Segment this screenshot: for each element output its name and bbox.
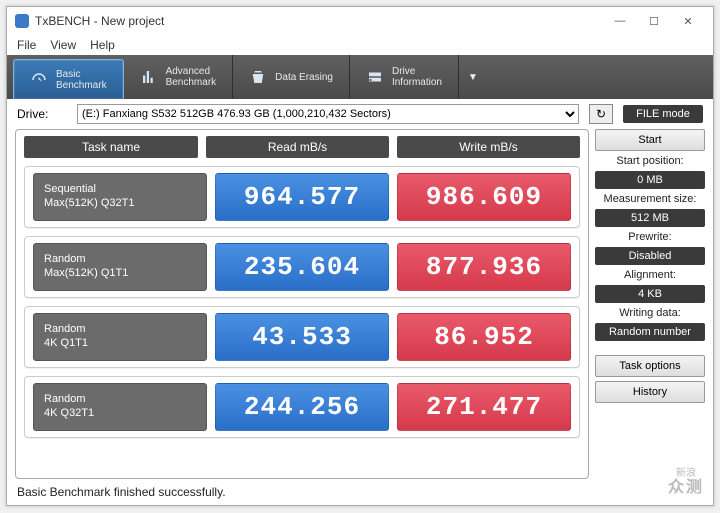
start-position-value[interactable]: 0 MB bbox=[595, 171, 705, 189]
writing-data-label: Writing data: bbox=[595, 307, 705, 319]
start-position-label: Start position: bbox=[595, 155, 705, 167]
app-window: TxBENCH - New project — ☐ ✕ File View He… bbox=[6, 6, 714, 506]
tabs-dropdown-icon[interactable]: ▼ bbox=[459, 55, 487, 99]
history-button[interactable]: History bbox=[595, 381, 705, 403]
tab-label: Basic bbox=[56, 69, 107, 80]
read-value: 235.604 bbox=[215, 243, 389, 291]
erase-icon bbox=[249, 68, 267, 86]
app-icon bbox=[15, 14, 29, 28]
refresh-button[interactable]: ↻ bbox=[589, 104, 613, 124]
tab-basic-benchmark[interactable]: BasicBenchmark bbox=[13, 59, 124, 99]
tabs-bar: BasicBenchmark AdvancedBenchmark Data Er… bbox=[7, 55, 713, 99]
bars-icon bbox=[140, 68, 158, 86]
drive-bar: Drive: (E:) Fanxiang S532 512GB 476.93 G… bbox=[7, 99, 713, 129]
side-panel: Start Start position: 0 MB Measurement s… bbox=[595, 129, 705, 479]
tab-label: Data Erasing bbox=[275, 72, 333, 83]
table-row: RandomMax(512K) Q1T1 235.604 877.936 bbox=[24, 236, 580, 298]
writing-data-value[interactable]: Random number bbox=[595, 323, 705, 341]
file-mode-button[interactable]: FILE mode bbox=[623, 105, 703, 123]
table-row: Random4K Q32T1 244.256 271.477 bbox=[24, 376, 580, 438]
task-cell: SequentialMax(512K) Q32T1 bbox=[33, 173, 207, 221]
drive-icon bbox=[366, 68, 384, 86]
tab-drive-information[interactable]: DriveInformation bbox=[350, 55, 459, 99]
tab-label: Drive bbox=[392, 66, 442, 77]
alignment-value[interactable]: 4 KB bbox=[595, 285, 705, 303]
alignment-label: Alignment: bbox=[595, 269, 705, 281]
write-value: 271.477 bbox=[397, 383, 571, 431]
task-cell: Random4K Q1T1 bbox=[33, 313, 207, 361]
col-read: Read mB/s bbox=[206, 136, 389, 158]
task-cell: RandomMax(512K) Q1T1 bbox=[33, 243, 207, 291]
results-panel: Task name Read mB/s Write mB/s Sequentia… bbox=[15, 129, 589, 479]
tab-label: Benchmark bbox=[166, 77, 217, 88]
table-header: Task name Read mB/s Write mB/s bbox=[24, 136, 580, 158]
menu-view[interactable]: View bbox=[50, 38, 76, 52]
table-row: SequentialMax(512K) Q32T1 964.577 986.60… bbox=[24, 166, 580, 228]
prewrite-value[interactable]: Disabled bbox=[595, 247, 705, 265]
tab-advanced-benchmark[interactable]: AdvancedBenchmark bbox=[124, 55, 234, 99]
start-button[interactable]: Start bbox=[595, 129, 705, 151]
read-value: 43.533 bbox=[215, 313, 389, 361]
measurement-size-value[interactable]: 512 MB bbox=[595, 209, 705, 227]
drive-select[interactable]: (E:) Fanxiang S532 512GB 476.93 GB (1,00… bbox=[77, 104, 579, 124]
measurement-size-label: Measurement size: bbox=[595, 193, 705, 205]
tab-label: Advanced bbox=[166, 66, 217, 77]
window-title: TxBENCH - New project bbox=[35, 14, 164, 28]
read-value: 244.256 bbox=[215, 383, 389, 431]
col-task: Task name bbox=[24, 136, 198, 158]
write-value: 877.936 bbox=[397, 243, 571, 291]
close-button[interactable]: ✕ bbox=[671, 15, 705, 28]
tab-label: Information bbox=[392, 77, 442, 88]
table-row: Random4K Q1T1 43.533 86.952 bbox=[24, 306, 580, 368]
menu-help[interactable]: Help bbox=[90, 38, 115, 52]
maximize-button[interactable]: ☐ bbox=[637, 15, 671, 28]
watermark: 新浪 众测 bbox=[668, 468, 704, 497]
write-value: 86.952 bbox=[397, 313, 571, 361]
prewrite-label: Prewrite: bbox=[595, 231, 705, 243]
tab-data-erasing[interactable]: Data Erasing bbox=[233, 55, 350, 99]
tab-label: Benchmark bbox=[56, 80, 107, 91]
task-cell: Random4K Q32T1 bbox=[33, 383, 207, 431]
drive-label: Drive: bbox=[17, 107, 67, 121]
write-value: 986.609 bbox=[397, 173, 571, 221]
menu-file[interactable]: File bbox=[17, 38, 36, 52]
title-bar: TxBENCH - New project — ☐ ✕ bbox=[7, 7, 713, 35]
gauge-icon bbox=[30, 71, 48, 89]
task-options-button[interactable]: Task options bbox=[595, 355, 705, 377]
col-write: Write mB/s bbox=[397, 136, 580, 158]
read-value: 964.577 bbox=[215, 173, 389, 221]
status-bar: Basic Benchmark finished successfully. bbox=[7, 483, 713, 505]
menu-bar: File View Help bbox=[7, 35, 713, 55]
minimize-button[interactable]: — bbox=[603, 15, 637, 27]
